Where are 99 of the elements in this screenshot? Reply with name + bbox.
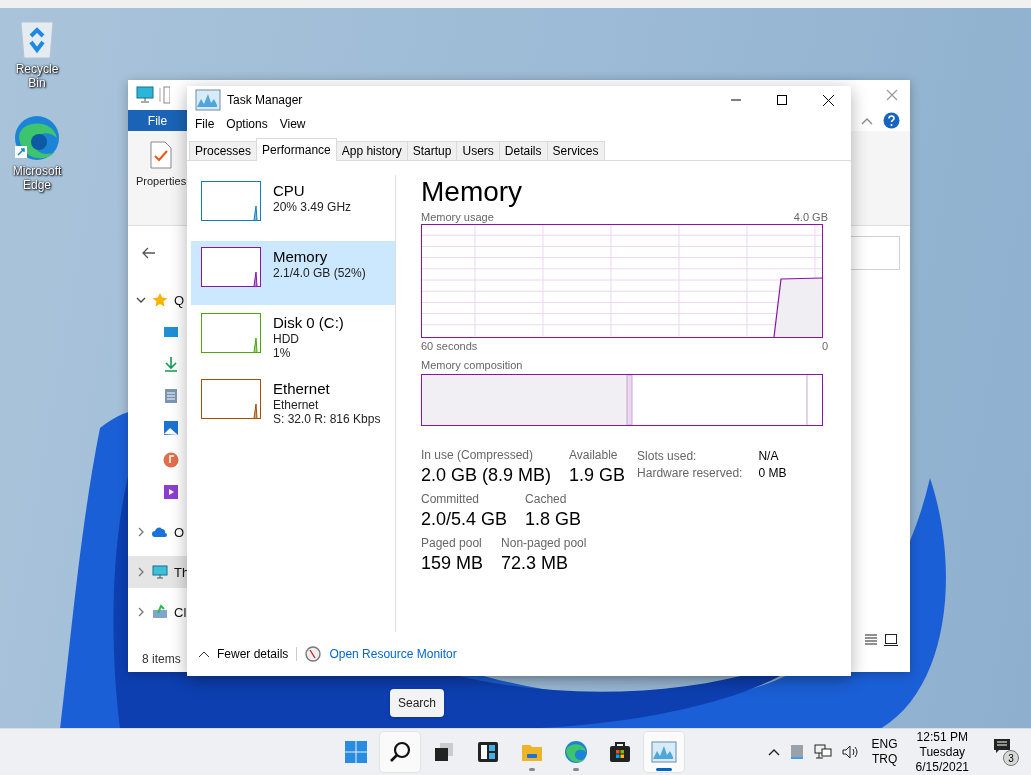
desktop-folder-icon	[163, 324, 179, 340]
resource-name: Disk 0 (C:)	[273, 313, 344, 332]
stat-label: Non-paged pool	[501, 536, 587, 550]
resource-detail: 20% 3.49 GHz	[273, 200, 352, 214]
back-arrow-icon	[142, 247, 156, 259]
tab[interactable]: Processes	[189, 141, 258, 160]
performance-graph-icon	[651, 741, 677, 763]
fewer-details-button[interactable]: Fewer details	[199, 647, 298, 661]
nav-pane-item[interactable]: O	[128, 516, 187, 548]
nav-pane-item[interactable]: Cl	[128, 596, 187, 628]
tab[interactable]: Performance	[256, 138, 337, 161]
stat-label: Committed	[421, 492, 480, 506]
tab[interactable]: Startup	[406, 141, 458, 160]
status-text: 8 items	[142, 652, 181, 666]
tab[interactable]: Users	[456, 141, 500, 160]
menu-item[interactable]: Options	[220, 117, 274, 131]
graph-max-label: 4.0 GB	[793, 211, 828, 223]
help-icon	[883, 112, 900, 129]
resource-name: Ethernet	[273, 379, 331, 398]
clock-button[interactable]: 12:51 PM Tuesday 6/15/2021	[907, 729, 977, 775]
graph-min-label: 0	[821, 340, 828, 352]
stat-label: In use (Compressed)	[421, 448, 535, 462]
graph-label: Memory usage	[421, 211, 494, 223]
stat-value: 2.0 GB (8.9 MB)	[421, 464, 552, 487]
chevron-down-icon	[136, 295, 146, 305]
maximize-icon	[777, 95, 787, 105]
tab[interactable]: Services	[546, 141, 605, 160]
star-icon	[152, 292, 168, 308]
windows-logo-icon	[344, 740, 368, 764]
edge-icon	[564, 740, 588, 764]
minimize-icon	[731, 99, 741, 101]
stat-value: 2.0/5.4 GB	[421, 508, 508, 531]
stat-value: 0 MB	[758, 466, 787, 480]
resource-detail: HDD	[273, 332, 300, 346]
message-icon	[993, 738, 1011, 754]
network-folder-icon	[152, 604, 168, 620]
details-view-icon	[864, 634, 878, 646]
resource-list-item[interactable]: Ethernet Ethernet S: 32.0 R: 816 Kbps	[191, 373, 395, 437]
graph-label: Memory composition	[421, 359, 524, 371]
search-field[interactable]	[850, 236, 900, 270]
input-language-button[interactable]: ENG TRQ	[867, 737, 902, 767]
task-view-icon	[432, 740, 456, 764]
edge-icon	[13, 114, 61, 162]
stat-value: 1.9 GB	[569, 464, 626, 487]
chevron-right-icon	[136, 607, 146, 617]
tab[interactable]: App history	[335, 141, 408, 160]
chevron-up-icon	[199, 651, 209, 657]
stat-value: N/A	[758, 449, 780, 463]
stat-value: 72.3 MB	[501, 552, 570, 575]
properties-button[interactable]: Properties	[128, 131, 187, 187]
taskbar-app-button[interactable]	[380, 732, 420, 772]
document-check-icon	[150, 141, 173, 169]
window-title: Task Manager	[227, 93, 303, 107]
tooltip: Search	[390, 689, 445, 717]
shopping-bag-icon	[608, 740, 632, 764]
monitor-icon	[152, 564, 168, 580]
graph-span-label: 60 seconds	[421, 340, 478, 352]
stat-label: Paged pool	[421, 536, 483, 550]
resource-detail: 2.1/4.0 GB (52%)	[273, 266, 366, 280]
file-tab[interactable]: File	[128, 110, 187, 131]
resource-name: CPU	[273, 181, 306, 200]
stat-value: 159 MB	[421, 552, 484, 575]
panel-title: Memory	[421, 175, 524, 209]
video-icon	[163, 484, 179, 500]
stat-label: Hardware reserved:	[637, 466, 743, 480]
network-button[interactable]	[811, 742, 834, 762]
stat-value: 1.8 GB	[525, 508, 582, 531]
document-icon	[163, 388, 179, 404]
close-icon	[822, 94, 834, 106]
resource-list-item[interactable]: Memory 2.1/4.0 GB (52%)	[191, 241, 395, 305]
tab[interactable]: Details	[498, 141, 548, 160]
resource-monitor-link[interactable]: Open Resource Monitor	[329, 647, 457, 661]
stat-label: Cached	[525, 492, 568, 506]
music-icon	[163, 452, 179, 468]
resource-list-item[interactable]: CPU 20% 3.49 GHz	[191, 175, 395, 239]
stat-label: Available	[569, 448, 619, 462]
close-icon	[886, 89, 898, 101]
picture-icon	[163, 420, 179, 436]
recycle-bin-icon	[17, 18, 57, 60]
chevron-up-icon	[861, 116, 873, 125]
menu-item[interactable]: File	[189, 117, 221, 131]
chevron-right-icon	[136, 567, 146, 577]
search-icon	[388, 740, 412, 764]
menu-item[interactable]: View	[273, 117, 312, 131]
download-icon	[163, 356, 179, 372]
widgets-icon	[476, 740, 500, 764]
notifications-button[interactable]: 3	[983, 738, 1019, 766]
thumbnail-view-icon	[884, 634, 898, 646]
resource-detail: Ethernet	[273, 398, 320, 412]
stat-label: Slots used:	[637, 449, 698, 463]
resource-detail: 1%	[273, 346, 292, 360]
resource-list-item[interactable]: Disk 0 (C:) HDD 1%	[191, 307, 395, 371]
nav-pane-item[interactable]: Q	[128, 284, 187, 316]
chevron-right-icon	[136, 527, 146, 537]
monitor-icon	[136, 86, 170, 104]
resource-name: Memory	[273, 247, 329, 266]
resource-detail: S: 32.0 R: 816 Kbps	[273, 412, 381, 426]
gauge-icon	[305, 646, 322, 662]
performance-graph-icon	[195, 89, 221, 111]
